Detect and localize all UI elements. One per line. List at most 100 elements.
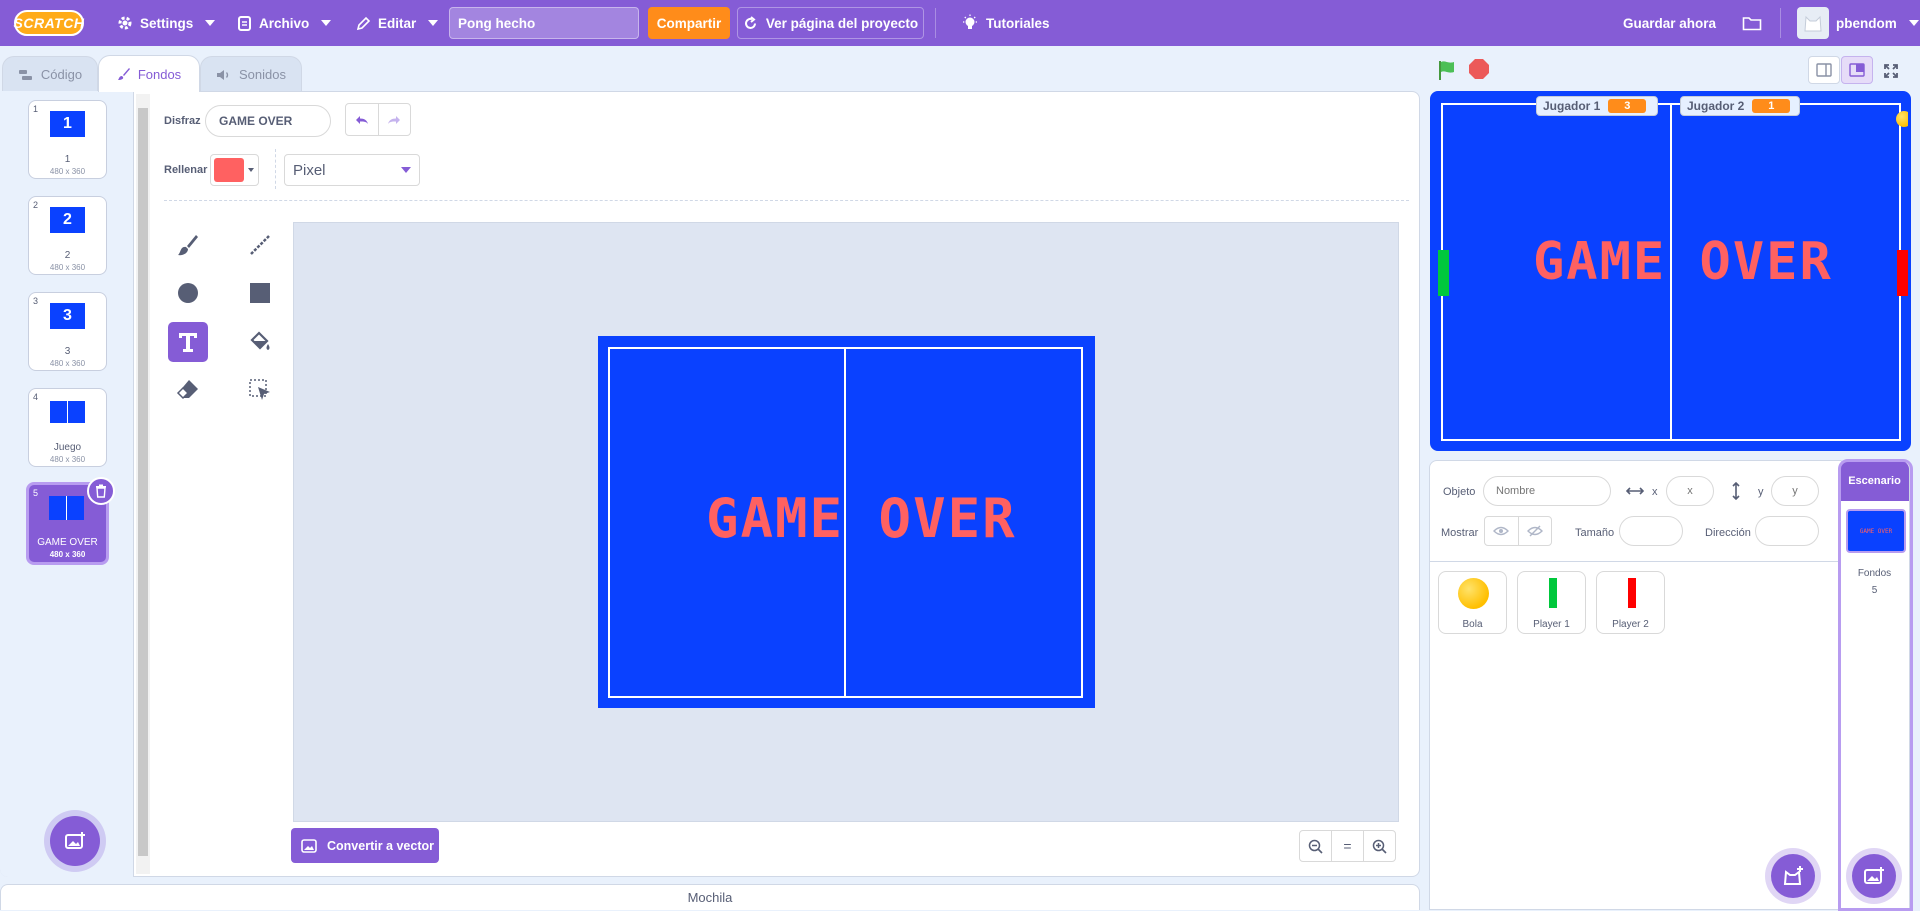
- hide-button[interactable]: [1517, 517, 1552, 545]
- variable-monitor[interactable]: Jugador 1 3: [1536, 96, 1658, 116]
- stage-target-panel[interactable]: Escenario GAME OVER Fondos 5: [1838, 459, 1913, 911]
- zoom-out-button[interactable]: [1300, 831, 1331, 861]
- small-stage-button[interactable]: [1808, 56, 1840, 84]
- tool-brush[interactable]: [168, 225, 208, 265]
- monitor-label: Jugador 1: [1543, 99, 1601, 113]
- direction-input[interactable]: [1755, 516, 1819, 546]
- save-now-button[interactable]: Guardar ahora: [1623, 0, 1716, 46]
- cat-avatar-icon: [1804, 15, 1822, 32]
- backdrop-tile[interactable]: 3 3 3 480 x 360: [28, 292, 107, 371]
- sprite-name-input[interactable]: [1483, 476, 1611, 506]
- ball-sprite[interactable]: [1896, 111, 1908, 127]
- stage[interactable]: Jugador 1 3 Jugador 2 1 GAME OVER: [1430, 91, 1911, 451]
- sprite-tile[interactable]: Bola: [1438, 571, 1507, 634]
- eraser-icon: [176, 380, 198, 400]
- tab-code[interactable]: Código: [2, 56, 98, 92]
- y-label: y: [1758, 486, 1764, 498]
- backdrop-size: 480 x 360: [49, 263, 86, 272]
- green-flag-button[interactable]: [1434, 57, 1460, 83]
- file-label: Archivo: [259, 15, 310, 31]
- sprite-info: Objeto x y Mostrar Tamaño Dirección: [1430, 461, 1846, 562]
- size-input[interactable]: [1619, 516, 1683, 546]
- convert-to-vector-label: Convertir a vector: [327, 838, 434, 853]
- backdrop-tile[interactable]: 1 1 1 480 x 360: [28, 100, 107, 179]
- edit-menu[interactable]: Editar: [356, 0, 439, 46]
- fill-color-picker[interactable]: [210, 154, 259, 186]
- backdrop-thumbnail: 1: [50, 111, 85, 137]
- tab-backdrops[interactable]: Fondos: [98, 55, 200, 92]
- costume-name-input[interactable]: [205, 105, 331, 137]
- backdrop-tile[interactable]: 2 2 2 480 x 360: [28, 196, 107, 275]
- tab-code-label: Código: [40, 67, 83, 82]
- tool-text[interactable]: [168, 322, 208, 362]
- pencil-icon: [356, 16, 371, 30]
- tool-line[interactable]: [240, 225, 280, 265]
- project-page-button[interactable]: Ver página del proyecto: [737, 7, 924, 39]
- project-page-label: Ver página del proyecto: [765, 15, 919, 31]
- sprite-panel: Objeto x y Mostrar Tamaño Dirección Bola…: [1429, 460, 1847, 910]
- redo-button[interactable]: [379, 104, 411, 135]
- sprite-tile[interactable]: Player 1: [1517, 571, 1586, 634]
- chevron-down-icon: [321, 20, 332, 26]
- backdrop-size: 480 x 360: [49, 550, 86, 559]
- account-menu[interactable]: pbendom: [1797, 0, 1919, 46]
- brush-mode-select[interactable]: Pixel: [284, 154, 420, 186]
- tutorials-button[interactable]: Tutoriales: [961, 0, 1050, 46]
- fullscreen-icon: [1884, 64, 1898, 78]
- tool-circle[interactable]: [168, 273, 208, 313]
- choose-stage-backdrop-button[interactable]: [1852, 854, 1896, 898]
- show-button[interactable]: [1485, 517, 1518, 545]
- tool-select[interactable]: [240, 370, 280, 410]
- x-input[interactable]: [1666, 476, 1714, 506]
- convert-to-vector-button[interactable]: Convertir a vector: [291, 828, 439, 863]
- normal-stage-button[interactable]: [1841, 56, 1873, 84]
- tab-sounds[interactable]: Sonidos: [200, 56, 302, 92]
- image-add-icon: [65, 832, 85, 849]
- username: pbendom: [1836, 15, 1897, 31]
- player-1-paddle[interactable]: [1438, 250, 1449, 296]
- backdrop-tile[interactable]: 4 Juego 480 x 360: [28, 388, 107, 467]
- select-icon: [249, 379, 270, 400]
- scratch-logo[interactable]: SCRATCH: [14, 0, 84, 46]
- fullscreen-button[interactable]: [1878, 58, 1904, 84]
- brush-icon: [178, 235, 198, 256]
- code-icon: [18, 69, 32, 80]
- backdrop-name: 2: [64, 250, 71, 261]
- tool-eraser[interactable]: [168, 370, 208, 410]
- sprite-tile[interactable]: Player 2: [1596, 571, 1665, 634]
- zoom-in-button[interactable]: [1363, 831, 1395, 861]
- chevron-down-icon: [248, 168, 254, 172]
- player-2-paddle[interactable]: [1897, 250, 1908, 296]
- variable-monitor[interactable]: Jugador 2 1: [1680, 96, 1800, 116]
- zoom-out-icon: [1308, 839, 1323, 854]
- rectangle-icon: [250, 283, 270, 303]
- visibility-toggle: [1484, 516, 1552, 546]
- stop-button[interactable]: [1468, 58, 1490, 80]
- tool-fill[interactable]: [240, 322, 280, 362]
- choose-sprite-button[interactable]: [1771, 854, 1815, 898]
- my-stuff-button[interactable]: [1742, 0, 1762, 46]
- delete-backdrop-button[interactable]: [87, 477, 115, 505]
- fill-icon: [250, 331, 270, 350]
- undo-icon: [355, 115, 368, 124]
- scrollbar-thumb[interactable]: [138, 108, 148, 856]
- y-input[interactable]: [1771, 476, 1819, 506]
- image-icon: [301, 838, 317, 853]
- paint-canvas[interactable]: GAME OVER: [598, 336, 1095, 708]
- choose-backdrop-button[interactable]: [50, 816, 100, 866]
- backdrop-name: 3: [64, 346, 71, 357]
- backdrop-number: 2: [33, 200, 39, 210]
- scratch-logo-text: SCRATCH: [14, 10, 84, 36]
- undo-button[interactable]: [346, 104, 379, 135]
- settings-menu[interactable]: Settings: [117, 0, 216, 46]
- zoom-reset-button[interactable]: =: [1331, 831, 1363, 861]
- text-icon: [179, 333, 197, 352]
- file-menu[interactable]: Archivo: [237, 0, 332, 46]
- share-button[interactable]: Compartir: [648, 7, 730, 39]
- stage-target-thumbnail: GAME OVER: [1846, 509, 1906, 553]
- backdrop-list-scrollbar[interactable]: [136, 94, 150, 874]
- project-title-input[interactable]: [449, 7, 639, 39]
- backpack-bar[interactable]: Mochila: [0, 884, 1420, 910]
- tool-rectangle[interactable]: [240, 273, 280, 313]
- canvas-game-over-text[interactable]: GAME OVER: [706, 487, 1017, 550]
